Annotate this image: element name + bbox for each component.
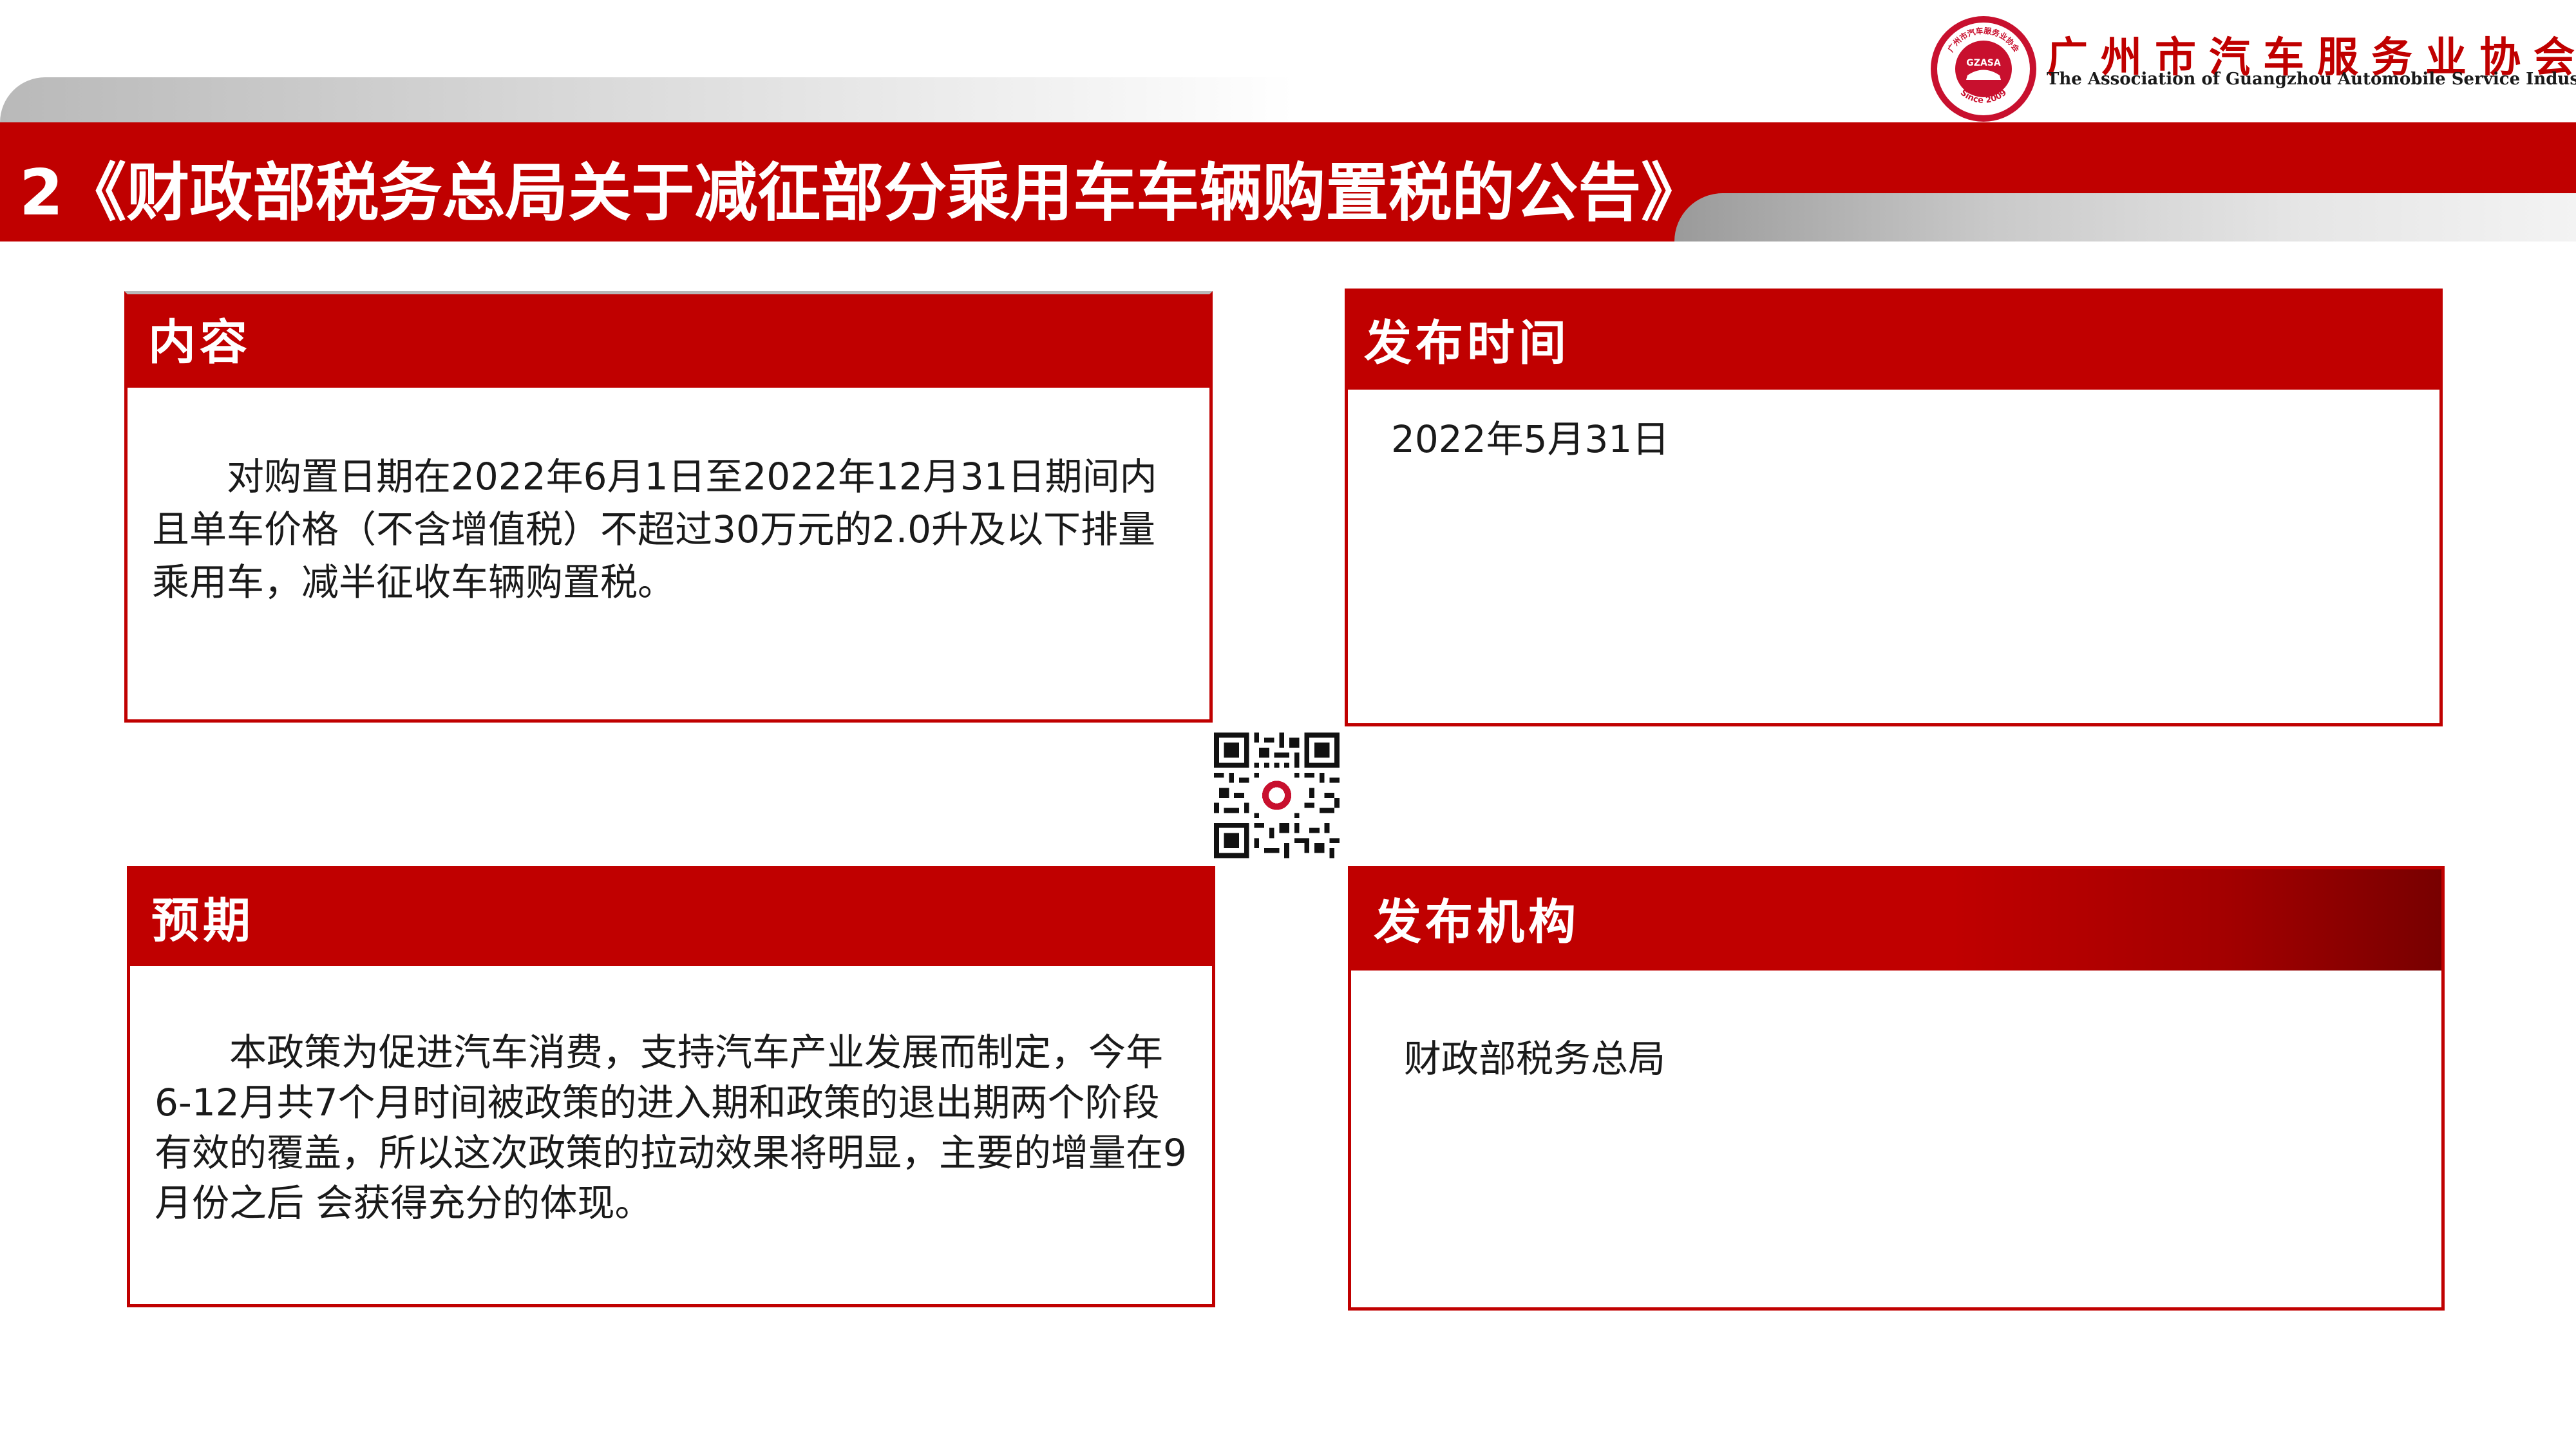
content-card: 内容 对购置日期在2022年6月1日至2022年12月31日期间内且单车价格（不… <box>124 291 1213 723</box>
issuer-card: 发布机构 财政部税务总局 <box>1348 866 2445 1311</box>
content-card-heading: 内容 <box>128 294 1209 388</box>
expectation-card: 预期 本政策为促进汽车消费，支持汽车产业发展而制定，今年6-12月共7个月时间被… <box>127 866 1215 1307</box>
issuer-card-text: 财政部税务总局 <box>1404 1037 1666 1081</box>
header-gray-band <box>0 77 1294 122</box>
page-title: 2《财政部税务总局关于减征部分乘用车车辆购置税的公告》 <box>19 156 1705 230</box>
org-name-en: The Association of Guangzhou Automobile … <box>2047 70 2576 89</box>
release-time-card-text: 2022年5月31日 <box>1391 417 1670 461</box>
release-time-card: 发布时间 2022年5月31日 <box>1345 289 2443 726</box>
expectation-card-text: 本政策为促进汽车消费，支持汽车产业发展而制定，今年6-12月共7个月时间被政策的… <box>155 1030 1187 1225</box>
release-time-card-heading: 发布时间 <box>1348 292 2439 390</box>
logo-middle-text: GZASA <box>1966 58 2001 68</box>
association-seal-icon: 广州市汽车服务业协会 GZASA Since 2009 <box>1931 16 2036 122</box>
content-card-text: 对购置日期在2022年6月1日至2022年12月31日期间内且单车价格（不含增值… <box>152 455 1157 604</box>
qr-code-icon <box>1214 732 1340 858</box>
title-bar-gray-band <box>1674 193 2576 242</box>
expectation-card-heading: 预期 <box>130 869 1212 966</box>
issuer-card-heading: 发布机构 <box>1351 869 2441 971</box>
